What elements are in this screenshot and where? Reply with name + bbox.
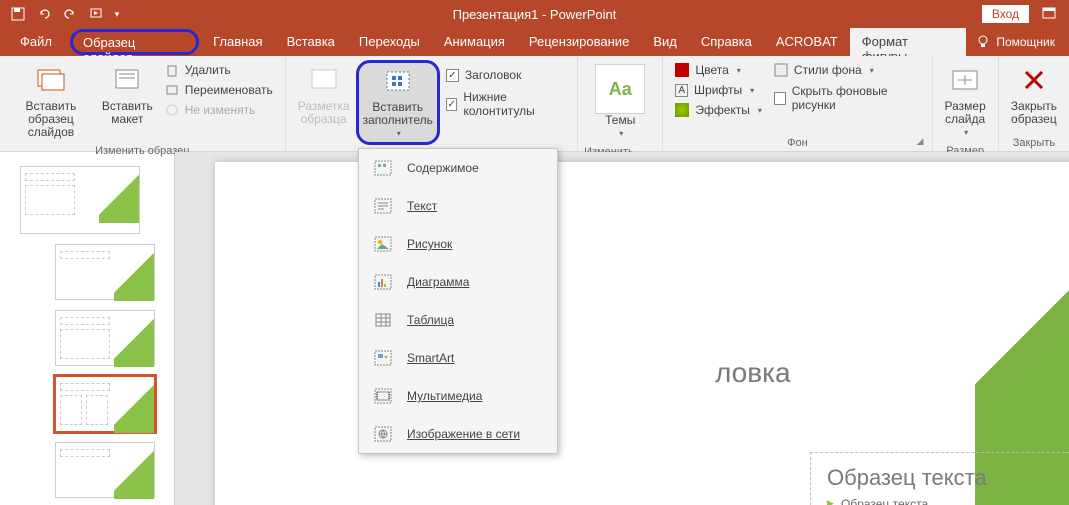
tab-animations[interactable]: Анимация: [432, 28, 517, 56]
tell-me-search[interactable]: Помощник: [966, 28, 1065, 56]
background-styles-button[interactable]: Стили фона▾: [772, 62, 922, 78]
footers-checkbox[interactable]: ✓Нижние колонтитулы: [444, 88, 567, 120]
ribbon: Вставить образец слайдов Вставить макет …: [0, 56, 1069, 152]
slide-canvas[interactable]: ловка Образец текста Образец текста Втор…: [175, 152, 1069, 505]
title-bar: ▾ Презентация1 - PowerPoint Вход: [0, 0, 1069, 28]
redo-button[interactable]: [58, 2, 82, 26]
slide-size-button[interactable]: Размер слайда▾: [939, 60, 992, 143]
insert-placeholder-dropdown: Содержимое Текст Рисунок Диаграмма Табли…: [358, 148, 558, 454]
quick-access-toolbar: ▾: [0, 2, 124, 26]
layout-thumbnail[interactable]: [55, 244, 155, 300]
layout-icon: [111, 64, 143, 96]
insert-layout-button[interactable]: Вставить макет: [96, 60, 159, 130]
effects-button[interactable]: Эффекты▾: [673, 102, 764, 118]
layout-thumbnail-selected[interactable]: [55, 376, 155, 432]
bullet-list: Образец текста Второй уровень Третий уро…: [811, 495, 1069, 505]
dropdown-item-text[interactable]: Текст: [359, 187, 557, 225]
group-master-layout: Разметка образца Вставить заполнитель▾ ✓…: [286, 56, 578, 151]
tell-me-label: Помощник: [996, 35, 1055, 49]
group-size: Размер слайда▾ Размер: [933, 56, 999, 151]
dropdown-item-online-image[interactable]: Изображение в сети: [359, 415, 557, 453]
background-dialog-launcher[interactable]: ◢: [917, 136, 929, 148]
master-thumbnail[interactable]: [20, 166, 140, 234]
group-edit-master: Вставить образец слайдов Вставить макет …: [0, 56, 286, 151]
dropdown-item-smartart[interactable]: SmartArt: [359, 339, 557, 377]
bg-styles-icon: [774, 63, 788, 77]
dropdown-item-picture[interactable]: Рисунок: [359, 225, 557, 263]
group-background: Цвета▾ AШрифты▾ Эффекты▾ Стили фона▾ Скр…: [663, 56, 932, 151]
chart-icon: [373, 273, 393, 291]
ribbon-display-options-button[interactable]: [1037, 2, 1061, 26]
slide: ловка Образец текста Образец текста Втор…: [215, 162, 1069, 505]
themes-gallery-icon: Aa: [595, 64, 645, 114]
dropdown-item-media[interactable]: Мультимедиа: [359, 377, 557, 415]
tab-view[interactable]: Вид: [641, 28, 689, 56]
title-checkbox[interactable]: ✓Заголовок: [444, 66, 567, 84]
tab-acrobat[interactable]: ACROBAT: [764, 28, 850, 56]
tab-file[interactable]: Файл: [4, 28, 68, 56]
hide-background-checkbox[interactable]: Скрыть фоновые рисунки: [772, 82, 922, 114]
text-icon: [373, 197, 393, 215]
table-icon: [373, 311, 393, 329]
title-placeholder-partial: ловка: [715, 357, 791, 389]
dropdown-arrow-icon: ▾: [397, 127, 401, 140]
qat-customize-button[interactable]: ▾: [110, 2, 124, 26]
tab-help[interactable]: Справка: [689, 28, 764, 56]
slide-size-icon: [949, 64, 981, 96]
save-button[interactable]: [6, 2, 30, 26]
preserve-button: Не изменять: [163, 102, 275, 118]
layout-thumbnail[interactable]: [55, 310, 155, 366]
colors-icon: [675, 63, 689, 77]
picture-icon: [373, 235, 393, 253]
group-label-close: Закрыть: [1013, 135, 1055, 149]
fonts-icon: A: [675, 84, 688, 97]
rename-icon: [165, 83, 179, 97]
online-image-icon: [373, 425, 393, 443]
tab-transitions[interactable]: Переходы: [347, 28, 432, 56]
dropdown-item-content[interactable]: Содержимое: [359, 149, 557, 187]
thumbnail-panel[interactable]: [0, 152, 175, 505]
content-icon: [373, 159, 393, 177]
dropdown-item-chart[interactable]: Диаграмма: [359, 263, 557, 301]
slide-master-icon: [35, 64, 67, 96]
master-text-header: Образец текста: [811, 453, 1069, 495]
delete-button[interactable]: Удалить: [163, 62, 275, 78]
tab-shape-format[interactable]: Формат фигуры: [850, 28, 967, 56]
tab-home[interactable]: Главная: [201, 28, 274, 56]
insert-placeholder-button[interactable]: Вставить заполнитель▾: [356, 60, 440, 145]
group-label-background: Фон: [787, 135, 808, 149]
ribbon-tabs: Файл Образец слайдов Главная Вставка Пер…: [0, 28, 1069, 56]
delete-icon: [165, 63, 179, 77]
themes-button[interactable]: Aa Темы▾: [589, 60, 651, 144]
effects-icon: [675, 103, 689, 117]
lightbulb-icon: [976, 35, 990, 49]
close-icon: [1018, 64, 1050, 96]
colors-button[interactable]: Цвета▾: [673, 62, 764, 78]
bullet-level-1: Образец текста: [827, 495, 1069, 505]
tab-review[interactable]: Рецензирование: [517, 28, 641, 56]
fonts-button[interactable]: AШрифты▾: [673, 82, 764, 98]
dropdown-item-table[interactable]: Таблица: [359, 301, 557, 339]
media-icon: [373, 387, 393, 405]
group-edit-theme: Aa Темы▾ Изменить тему: [578, 56, 663, 151]
undo-button[interactable]: [32, 2, 56, 26]
rename-button[interactable]: Переименовать: [163, 82, 275, 98]
preserve-icon: [165, 103, 179, 117]
layout-thumbnail[interactable]: [55, 442, 155, 498]
close-master-button[interactable]: Закрыть образец: [1005, 60, 1063, 130]
window-title: Презентация1 - PowerPoint: [453, 7, 617, 22]
master-layout-button: Разметка образца: [292, 60, 356, 130]
insert-slide-master-button[interactable]: Вставить образец слайдов: [6, 60, 96, 143]
content-placeholder[interactable]: Образец текста Образец текста Второй уро…: [810, 452, 1069, 505]
tab-slide-master[interactable]: Образец слайдов: [70, 29, 199, 55]
smartart-icon: [373, 349, 393, 367]
master-layout-icon: [308, 64, 340, 96]
sign-in-button[interactable]: Вход: [982, 5, 1029, 23]
tab-insert[interactable]: Вставка: [275, 28, 347, 56]
start-from-beginning-button[interactable]: [84, 2, 108, 26]
placeholder-icon: [382, 65, 414, 97]
group-close: Закрыть образец Закрыть: [999, 56, 1069, 151]
